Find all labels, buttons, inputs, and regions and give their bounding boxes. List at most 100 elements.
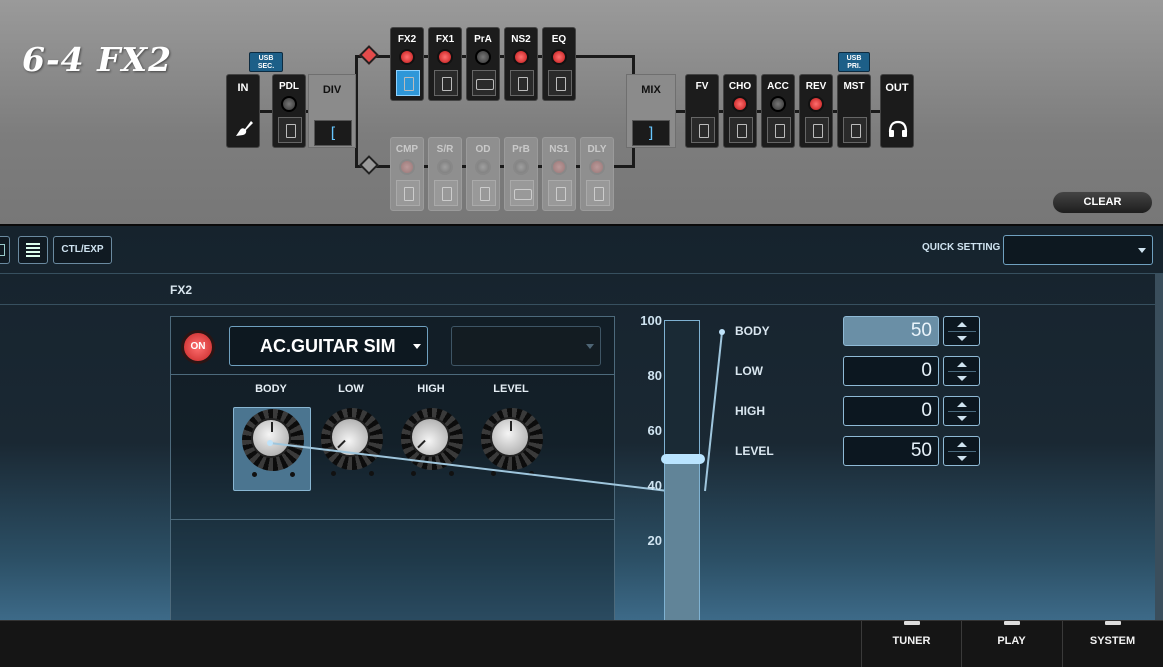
slider-tick-label: 40 <box>647 478 662 494</box>
knob-icon <box>399 159 415 175</box>
knob-control[interactable] <box>313 407 391 491</box>
headphones-icon <box>886 117 910 141</box>
block-mst[interactable]: MST <box>837 74 871 148</box>
param-value-field[interactable]: 0 <box>843 396 939 426</box>
block-label: EQ <box>551 34 567 45</box>
block-od[interactable]: OD <box>466 137 500 211</box>
knob-marker <box>271 422 273 432</box>
effect-type-select[interactable]: AC.GUITAR SIM <box>229 326 428 366</box>
knob-control[interactable] <box>393 407 471 491</box>
block-acc[interactable]: ACC <box>761 74 795 148</box>
slider-fill <box>665 456 699 639</box>
block-cho[interactable]: CHO <box>723 74 757 148</box>
arrow-up-icon[interactable] <box>957 402 967 407</box>
block-pdl[interactable]: PDL <box>272 74 306 148</box>
knob-label: LEVEL <box>493 383 529 395</box>
clear-button[interactable]: CLEAR <box>1052 191 1153 214</box>
output-block[interactable]: OUT <box>880 74 914 148</box>
knob-level[interactable]: LEVEL <box>471 383 551 476</box>
quick-setting-select[interactable] <box>1003 235 1153 265</box>
arrow-down-icon[interactable] <box>957 336 967 341</box>
slider-handle[interactable] <box>661 453 705 464</box>
channel-a-diamond-icon[interactable] <box>359 45 379 65</box>
system-button[interactable]: SYSTEM <box>1062 621 1162 667</box>
pedal-icon <box>278 117 302 143</box>
arrow-up-icon[interactable] <box>957 442 967 447</box>
knob-icon <box>513 159 529 175</box>
grid-view-button[interactable] <box>0 236 10 264</box>
divider <box>171 519 614 520</box>
divider <box>948 331 976 332</box>
effect-on-button[interactable]: ON <box>181 330 215 364</box>
knob-control[interactable] <box>473 407 551 491</box>
block-fx1[interactable]: FX1 <box>428 27 462 101</box>
mixer-label: MIX <box>641 84 661 96</box>
divider-block[interactable]: DIV [ <box>308 74 356 148</box>
mixer-block[interactable]: MIX ] <box>626 74 676 148</box>
output-label: OUT <box>885 82 909 94</box>
block-label: OD <box>475 144 491 155</box>
effect-variation-select[interactable] <box>451 326 601 366</box>
param-row-body: BODY 50 <box>735 316 985 346</box>
knob-range-dot <box>491 471 496 476</box>
arrow-up-icon[interactable] <box>957 362 967 367</box>
knob-marker <box>510 421 512 431</box>
input-label: IN <box>237 82 249 94</box>
divider <box>948 411 976 412</box>
slider-tick-label: 100 <box>640 313 662 328</box>
block-label: REV <box>805 81 827 92</box>
block-eq[interactable]: EQ <box>542 27 576 101</box>
param-stepper[interactable] <box>943 436 980 466</box>
value-slider[interactable]: 100 80 60 40 20 <box>630 313 710 640</box>
block-sr[interactable]: S/R <box>428 137 462 211</box>
arrow-up-icon[interactable] <box>957 322 967 327</box>
play-button[interactable]: PLAY <box>961 621 1061 667</box>
knob-control[interactable] <box>233 407 311 491</box>
mixer-symbol: ] <box>632 120 670 146</box>
block-label: PrA <box>474 34 492 45</box>
block-rev[interactable]: REV <box>799 74 833 148</box>
knob-high[interactable]: HIGH <box>391 383 471 476</box>
divider <box>171 374 614 375</box>
block-prb[interactable]: PrB <box>504 137 538 211</box>
knob-icon <box>475 159 491 175</box>
block-fx2[interactable]: FX2 <box>390 27 424 101</box>
arrow-down-icon[interactable] <box>957 416 967 421</box>
ctl-exp-button[interactable]: CTL/EXP <box>53 236 112 264</box>
block-label: MST <box>843 81 865 92</box>
pedal-icon <box>434 70 458 96</box>
knob-range-dot <box>369 471 374 476</box>
knob-icon <box>732 96 748 112</box>
param-name: HIGH <box>735 404 765 418</box>
block-fv[interactable]: FV <box>685 74 719 148</box>
param-value-field[interactable]: 50 <box>843 316 939 346</box>
arrow-down-icon[interactable] <box>957 456 967 461</box>
scrollbar[interactable] <box>1155 274 1163 622</box>
param-stepper[interactable] <box>943 356 980 386</box>
param-value-field[interactable]: 50 <box>843 436 939 466</box>
block-pra[interactable]: PrA <box>466 27 500 101</box>
amp-icon <box>472 70 496 96</box>
slider-track[interactable] <box>661 320 705 640</box>
block-ns2[interactable]: NS2 <box>504 27 538 101</box>
param-stepper[interactable] <box>943 396 980 426</box>
pedal-icon <box>548 70 572 96</box>
arrow-down-icon[interactable] <box>957 376 967 381</box>
divider <box>948 371 976 372</box>
knob-range-dot <box>252 472 257 477</box>
knob-low[interactable]: LOW <box>311 383 391 476</box>
input-block[interactable]: IN <box>226 74 260 148</box>
pedal-icon <box>767 117 791 143</box>
list-view-button[interactable] <box>18 236 48 264</box>
block-dly[interactable]: DLY <box>580 137 614 211</box>
block-cmp[interactable]: CMP <box>390 137 424 211</box>
block-ns1[interactable]: NS1 <box>542 137 576 211</box>
knob-body[interactable]: BODY <box>231 383 311 491</box>
channel-b-diamond-icon[interactable] <box>359 155 379 175</box>
tuner-button[interactable]: TUNER <box>861 621 961 667</box>
param-stepper[interactable] <box>943 316 980 346</box>
effect-panel: ON AC.GUITAR SIM BODY LOW HIGH LEVEL <box>170 316 615 626</box>
param-value-field[interactable]: 0 <box>843 356 939 386</box>
knob-marker <box>337 439 346 449</box>
grid-view-icon <box>0 244 5 256</box>
